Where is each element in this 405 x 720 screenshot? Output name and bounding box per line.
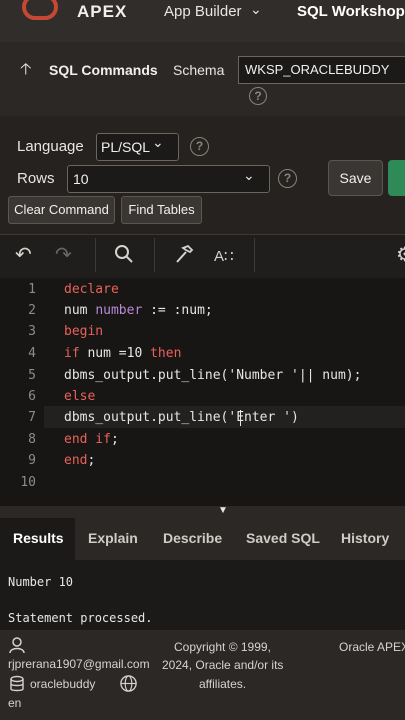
text-cursor	[240, 410, 241, 426]
toolbar-divider	[154, 238, 155, 272]
schema-select[interactable]: WKSP_ORACLEBUDDY	[238, 56, 405, 84]
rows-label: Rows	[17, 170, 55, 187]
user-icon	[8, 636, 26, 659]
oracle-logo-icon[interactable]	[22, 0, 58, 20]
undo-icon[interactable]: ↶	[15, 244, 32, 266]
code-line[interactable]: end if;	[64, 432, 119, 447]
schema-label: Schema	[173, 62, 225, 78]
globe-icon[interactable]	[119, 674, 138, 698]
app-title[interactable]: APEX	[77, 2, 127, 22]
product-name: Oracle APEX	[339, 640, 405, 654]
tab-saved-sql[interactable]: Saved SQL	[246, 530, 320, 546]
result-output: Number 10	[8, 575, 74, 589]
search-icon[interactable]	[114, 244, 134, 269]
result-status: Statement processed.	[8, 611, 153, 625]
toolbar-divider	[254, 238, 255, 272]
pane-splitter[interactable]	[0, 506, 405, 518]
line-number: 6	[28, 389, 36, 404]
code-line[interactable]: dbms_output.put_line('Enter ')	[64, 410, 299, 425]
clear-command-button[interactable]: Clear Command	[8, 196, 115, 224]
copyright-line-2: 2024, Oracle and/or its	[162, 658, 284, 672]
code-line[interactable]: if num =10 then	[64, 346, 181, 361]
language-select[interactable]: PL/SQL	[96, 133, 179, 161]
line-number: 3	[28, 324, 36, 339]
rows-help-icon[interactable]: ?	[278, 169, 297, 188]
language-label: Language	[17, 138, 84, 155]
tab-describe[interactable]: Describe	[163, 530, 222, 546]
sql-workshop-menu[interactable]: SQL Workshop	[297, 3, 405, 20]
database-icon	[9, 675, 25, 698]
code-line[interactable]: end;	[64, 453, 95, 468]
arrow-up-icon[interactable]: 🡡	[20, 58, 32, 85]
line-number: 4	[28, 346, 36, 361]
copyright-line-3: affiliates.	[199, 677, 247, 691]
page-title: SQL Commands	[49, 62, 158, 78]
code-line[interactable]: begin	[64, 324, 103, 339]
format-text-icon[interactable]: A∷	[214, 246, 234, 268]
code-line[interactable]: declare	[64, 282, 119, 297]
tab-history[interactable]: History	[341, 530, 389, 546]
find-tables-button[interactable]: Find Tables	[121, 196, 202, 224]
code-line[interactable]: else	[64, 389, 95, 404]
line-number: 1	[28, 282, 36, 297]
line-number: 7	[28, 410, 36, 425]
workspace-name: oraclebuddy	[30, 677, 96, 691]
copyright-line-1: Copyright © 1999,	[174, 640, 271, 654]
save-button[interactable]: Save	[328, 160, 383, 196]
code-line[interactable]: dbms_output.put_line('Number '|| num);	[64, 368, 361, 383]
language-code: en	[8, 696, 22, 710]
chevron-down-icon[interactable]: ⌄	[250, 1, 262, 18]
language-help-icon[interactable]: ?	[190, 137, 209, 156]
hammer-icon[interactable]	[174, 244, 194, 269]
chevron-down-icon[interactable]: ⌄	[152, 134, 164, 151]
tab-explain[interactable]: Explain	[88, 530, 138, 546]
app-builder-menu[interactable]: App Builder	[164, 3, 242, 20]
rows-select[interactable]: 10	[67, 165, 270, 193]
caret-down-icon[interactable]: ▼	[218, 505, 228, 516]
chevron-down-icon[interactable]: ⌄	[243, 167, 255, 184]
gear-icon[interactable]: ⚙	[396, 244, 405, 266]
tab-results[interactable]: Results	[13, 530, 64, 546]
line-number: 9	[28, 453, 36, 468]
line-number: 5	[28, 368, 36, 383]
line-number: 8	[28, 432, 36, 447]
run-button[interactable]	[388, 160, 405, 196]
user-email: rjprerana1907@gmail.com	[8, 657, 150, 671]
line-number: 2	[28, 303, 36, 318]
line-number: 10	[20, 475, 36, 490]
toolbar-divider	[95, 238, 96, 272]
schema-help-icon[interactable]: ?	[249, 87, 267, 105]
redo-icon[interactable]: ↷	[55, 244, 72, 266]
code-line[interactable]: num number := :num;	[64, 303, 213, 318]
